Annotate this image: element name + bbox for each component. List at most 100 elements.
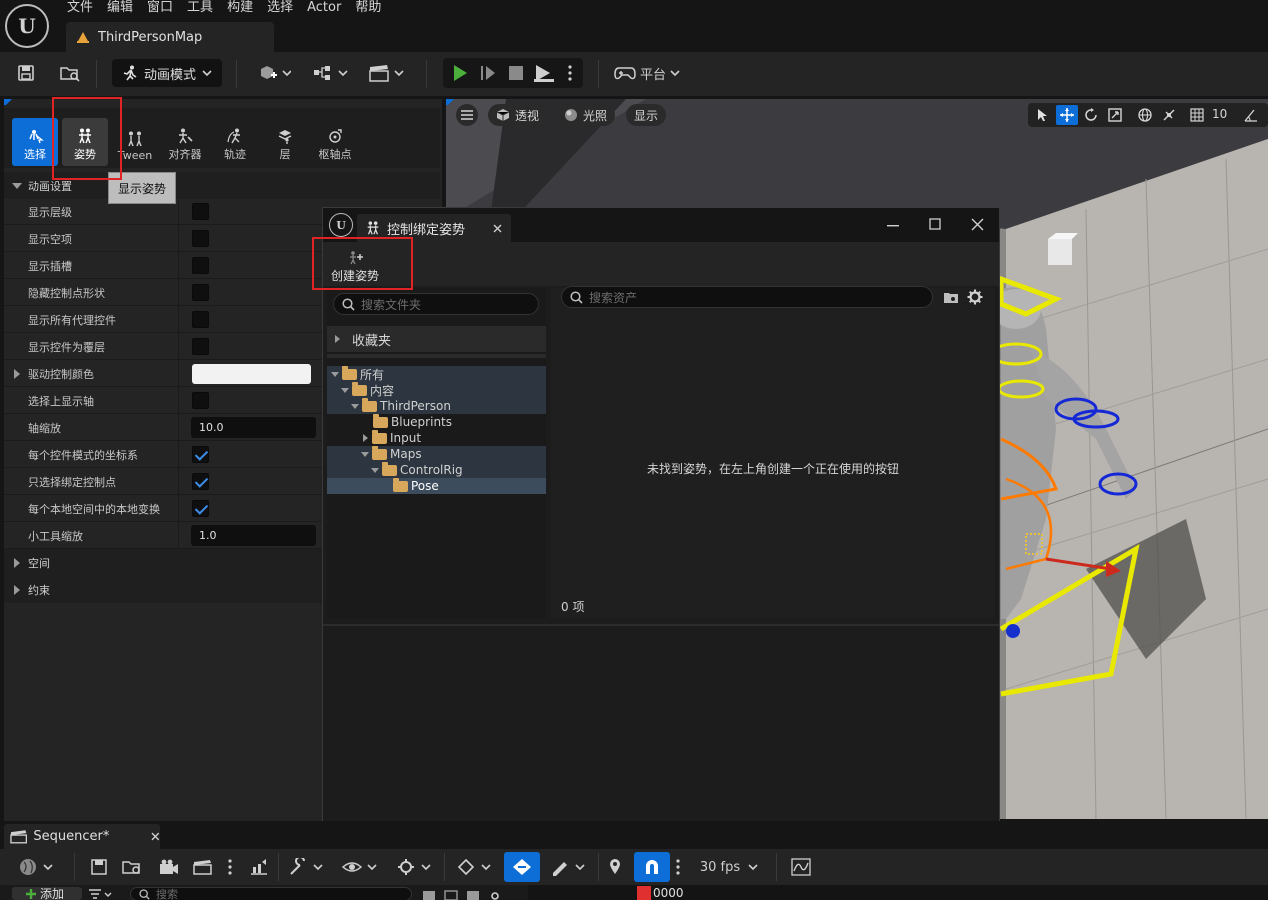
angle-snap-button[interactable] — [1240, 105, 1262, 125]
menu-file[interactable]: 文件 — [66, 0, 106, 18]
platform-button[interactable]: 平台 — [612, 58, 682, 88]
tool-layer[interactable]: 层 — [262, 118, 308, 166]
add-actor-button[interactable] — [254, 58, 294, 88]
grid-snap-button[interactable] — [1186, 105, 1208, 125]
grid-size-value[interactable]: 10 — [1212, 107, 1227, 121]
coord-system-per-widget-checkbox[interactable] — [192, 446, 209, 463]
marker-button[interactable] — [606, 852, 624, 882]
menu-help[interactable]: 帮助 — [354, 0, 394, 18]
playhead-marker[interactable] — [637, 886, 651, 900]
play-button[interactable] — [447, 58, 473, 88]
show-nulls-checkbox[interactable] — [192, 230, 209, 247]
tool-pivot[interactable]: 枢轴点 — [312, 118, 358, 166]
tree-item-thirdperson[interactable]: ThirdPerson — [327, 397, 546, 414]
play-options-button[interactable] — [563, 58, 577, 88]
tree-item-controlrig[interactable]: ControlRig — [327, 461, 546, 478]
key-options-button[interactable] — [454, 852, 494, 882]
translate-mode-button[interactable] — [1056, 105, 1078, 125]
viewport-menu-button[interactable] — [456, 104, 478, 126]
controls-as-overlay-checkbox[interactable] — [192, 338, 209, 355]
tool-tween[interactable]: Tween — [112, 118, 158, 166]
add-track-button[interactable]: 添加 — [12, 887, 82, 900]
map-tab[interactable]: ThirdPersonMap — [66, 22, 274, 52]
perspective-button[interactable]: 透视 — [488, 104, 548, 126]
mode-selector-button[interactable]: 动画模式 — [112, 59, 222, 87]
menu-tools[interactable]: 工具 — [186, 0, 226, 18]
cinematics-button[interactable] — [366, 58, 406, 88]
curve-edit-button[interactable] — [548, 852, 588, 882]
favorites-header[interactable]: 收藏夹 — [327, 326, 546, 352]
scale-mode-button[interactable] — [1104, 105, 1126, 125]
snapping-options-button[interactable] — [672, 852, 684, 882]
tree-item-pose[interactable]: Pose — [327, 477, 546, 494]
create-pose-button[interactable]: 创建姿势 — [327, 246, 383, 284]
actions-button[interactable] — [246, 852, 272, 882]
snapping-button[interactable] — [634, 852, 670, 882]
show-hierarchy-checkbox[interactable] — [192, 203, 209, 220]
expand-arrow-icon[interactable] — [14, 369, 20, 379]
auto-key-button[interactable] — [504, 852, 540, 882]
show-button[interactable]: 显示 — [626, 104, 667, 126]
tree-item-all[interactable]: 所有 — [327, 365, 546, 382]
world-select-button[interactable] — [16, 852, 56, 882]
anim-settings-header[interactable]: 动画设置 — [4, 172, 440, 199]
gizmo-scale-input[interactable]: 1.0 — [191, 525, 316, 546]
playback-options-button[interactable] — [394, 852, 434, 882]
only-select-rig-controls-checkbox[interactable] — [192, 473, 209, 490]
menu-select[interactable]: 选择 — [266, 0, 306, 18]
stop-button[interactable] — [503, 58, 529, 88]
close-tab-icon[interactable] — [493, 224, 502, 233]
track-tool-icon[interactable] — [444, 889, 458, 900]
close-window-button[interactable] — [967, 214, 987, 234]
folder-view-button[interactable] — [943, 290, 961, 306]
camera-button[interactable] — [156, 852, 182, 882]
advance-frame-button[interactable] — [475, 58, 501, 88]
tool-select[interactable]: 选择 — [12, 118, 58, 166]
view-options-button[interactable] — [340, 852, 380, 882]
track-tool-icon[interactable] — [422, 889, 436, 900]
menu-actor[interactable]: Actor — [306, 0, 354, 18]
maximize-button[interactable] — [925, 214, 945, 234]
menu-window[interactable]: 窗口 — [146, 0, 186, 18]
gear-icon[interactable] — [488, 889, 502, 900]
filter-button[interactable] — [88, 888, 116, 900]
menu-edit[interactable]: 编辑 — [106, 0, 146, 18]
tree-item-input[interactable]: Input — [327, 429, 546, 446]
tool-snapper[interactable]: 对齐器 — [162, 118, 208, 166]
frame-rate-button[interactable]: 30 fps — [696, 852, 762, 882]
sequencer-tab[interactable]: Sequencer* — [4, 824, 160, 849]
browse-button[interactable] — [56, 58, 84, 88]
eject-button[interactable] — [531, 58, 557, 88]
tree-item-blueprints[interactable]: Blueprints — [327, 413, 546, 430]
blueprint-button[interactable] — [310, 58, 350, 88]
world-space-button[interactable] — [1134, 105, 1156, 125]
show-axes-on-selection-checkbox[interactable] — [192, 392, 209, 409]
hide-control-shapes-checkbox[interactable] — [192, 284, 209, 301]
save-button[interactable] — [12, 58, 40, 88]
more-options-button[interactable] — [224, 852, 236, 882]
folder-search-input[interactable]: 搜索文件夹 — [333, 293, 539, 315]
minimize-button[interactable] — [883, 216, 903, 236]
save-sequence-button[interactable] — [88, 852, 110, 882]
browse-sequence-button[interactable] — [118, 852, 146, 882]
menu-build[interactable]: 构建 — [226, 0, 266, 18]
close-tab-icon[interactable] — [151, 832, 160, 841]
show-sockets-checkbox[interactable] — [192, 257, 209, 274]
track-tool-icon[interactable] — [466, 889, 480, 900]
unreal-logo-icon[interactable]: U — [5, 4, 49, 48]
surface-snapping-button[interactable] — [1158, 105, 1180, 125]
render-movie-button[interactable] — [190, 852, 216, 882]
tool-trail[interactable]: 轨迹 — [212, 118, 258, 166]
select-mode-button[interactable] — [1032, 105, 1054, 125]
tool-pose[interactable]: 姿势 — [62, 118, 108, 166]
rotate-mode-button[interactable] — [1080, 105, 1102, 125]
pose-window-tab[interactable]: 控制绑定姿势 — [357, 214, 511, 242]
edit-tools-button[interactable] — [286, 852, 326, 882]
show-proxy-controls-checkbox[interactable] — [192, 311, 209, 328]
track-search-input[interactable]: 搜索 — [130, 887, 412, 900]
settings-button[interactable] — [967, 289, 985, 307]
axis-scale-input[interactable]: 10.0 — [191, 417, 316, 438]
tree-item-maps[interactable]: Maps — [327, 445, 546, 462]
tree-item-content[interactable]: 内容 — [327, 381, 546, 398]
driven-control-color-swatch[interactable] — [192, 364, 311, 384]
